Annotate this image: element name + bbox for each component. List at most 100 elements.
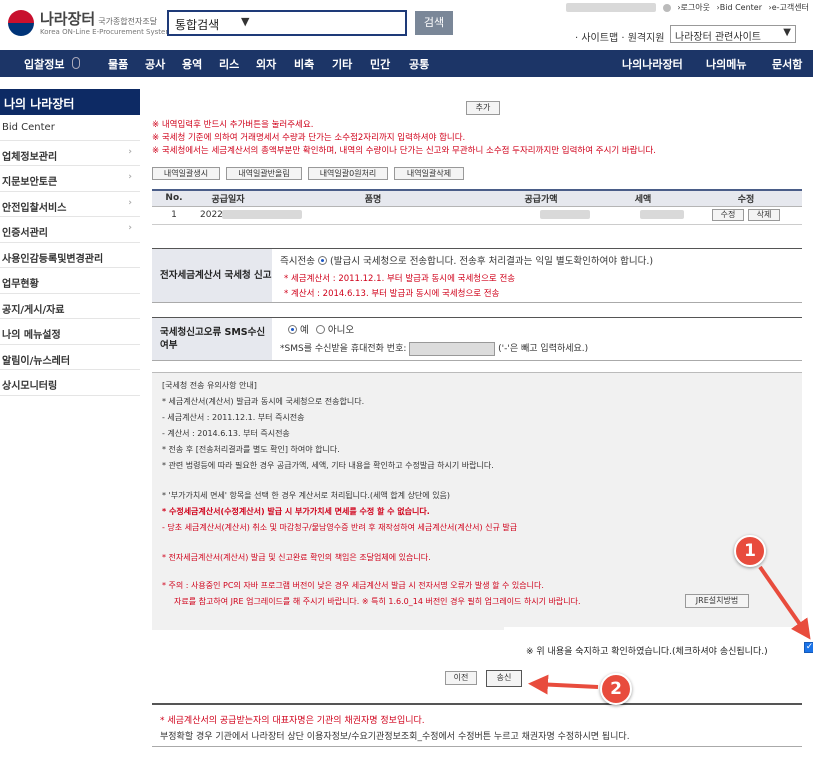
efile-radio[interactable] — [318, 256, 327, 265]
cell-item-name — [222, 206, 486, 225]
blurred-value — [640, 210, 684, 219]
nav-my-menu[interactable]: 나의메뉴 — [706, 56, 746, 72]
logo-sub: 국가종합전자조달 — [98, 17, 158, 26]
footer-notice: * 세금계산서의 공급받는자의 대표자명은 기관의 채권자명 정보입니다. 부정… — [152, 703, 802, 747]
delete-row-button[interactable]: 삭제 — [748, 209, 780, 221]
bulk-zero-button[interactable]: 내역일괄0원처리 — [308, 167, 388, 180]
sidebar-item-safe-bid[interactable]: 안전입찰서비스 › — [0, 192, 140, 217]
efile-option-label: 즉시전송 — [280, 256, 315, 267]
sms-section: 국세청신고오류 SMS수신여부 예 아니오 *SMS를 수신받을 휴대전화 번호… — [152, 317, 802, 361]
sms-phone-row: *SMS를 수신받을 휴대전화 번호: ('-'은 빼고 입력하세요.) — [280, 341, 588, 356]
input-notes: ※ 내역입력후 반드시 추가버튼을 눌러주세요. ※ 국세청 기준에 의하여 거… — [152, 119, 656, 158]
jre-install-button[interactable]: JRE설치방법 — [685, 594, 749, 608]
sidebar-item-monitoring[interactable]: 상시모니터링 — [0, 370, 140, 396]
agreement-checkbox[interactable]: ✓ — [804, 642, 813, 653]
sidebar-item-seal-registration[interactable]: 사용인감등록및변경관리 — [0, 243, 140, 268]
site-links[interactable]: · 사이트맵 · 원격지원 — [575, 29, 665, 44]
sidebar-item-label: 상시모니터링 — [2, 381, 58, 392]
sidebar-item-notices[interactable]: 공지/게시/자료 — [0, 294, 140, 319]
search-button[interactable]: 검색 — [415, 11, 453, 35]
info-line: * 전송 후 [전송처리결과를 별도 확인] 하여야 합니다. — [162, 445, 340, 454]
add-button[interactable]: 추가 — [466, 101, 500, 115]
note-line: ※ 국세청 기준에 의하여 거래명세서 수량과 단가는 소수점2자리까지 입력하… — [152, 133, 466, 143]
prev-button[interactable]: 이전 — [445, 671, 477, 685]
sms-no-radio[interactable] — [315, 325, 325, 334]
col-header: No. — [152, 189, 196, 207]
efile-option: 즉시전송 (발급시 국세청으로 전송합니다. 전송후 처리결과는 익일 별도확인… — [280, 253, 653, 267]
sidebar-item-fingerprint-token[interactable]: 지문보안토큰 › — [0, 166, 140, 192]
logo-english: Korea ON-Line E-Procurement System — [40, 28, 173, 36]
efile-section: 전자세금계산서 국세청 신고 즉시전송 (발급시 국세청으로 전송합니다. 전송… — [152, 248, 802, 303]
blurred-value — [540, 210, 590, 219]
main-nav: 입찰정보 물품 공사 용역 리스 외자 비축 기타 민간 공통 나의나라장터 나… — [0, 50, 813, 77]
notice-box: [국세청 전송 유의사항 안내] * 세금계산서(계산서) 발급과 동시에 국세… — [152, 372, 802, 630]
table-row: 1 2022/ 수정 삭제 — [152, 206, 802, 225]
sidebar-item-label: 인증서관리 — [2, 228, 48, 239]
table-header-row: No. 공급일자 품명 공급가액 세액 수정 — [152, 189, 802, 207]
bulk-create-button[interactable]: 내역일괄생시 — [152, 167, 220, 180]
nav-common[interactable]: 공통 — [409, 56, 429, 72]
related-sites-select[interactable]: 나라장터 관련사이트 ▼ — [670, 25, 796, 43]
cell-supply-amount — [486, 206, 596, 225]
site-logo[interactable]: 나라장터 국가종합전자조달 Korea ON-Line E-Procurement… — [8, 8, 172, 40]
sidebar-item-label: 지문보안토큰 — [2, 177, 58, 188]
col-header: 공급가액 — [486, 189, 596, 207]
nav-other[interactable]: 기타 — [332, 56, 352, 72]
sidebar-item-newsletter[interactable]: 알림이/뉴스레터 — [0, 345, 140, 370]
info-line: * '부가가치세 면세' 항목을 선택 한 경우 계산서로 처리됩니다.(세액 … — [162, 491, 451, 500]
nav-my-narajangteo[interactable]: 나의나라장터 — [622, 56, 683, 72]
info-line: * 주의 : 사용중인 PC의 자바 프로그램 버전이 낮은 경우 세금계산서 … — [162, 581, 544, 590]
step-badge-2: 2 — [600, 673, 632, 705]
edit-row-button[interactable]: 수정 — [712, 209, 744, 221]
top-header: 나라장터 국가종합전자조달 Korea ON-Line E-Procurement… — [0, 0, 813, 50]
nav-goods[interactable]: 물품 — [108, 56, 128, 72]
blurred-user-name — [566, 3, 657, 12]
step-badge-1: 1 — [734, 535, 766, 567]
info-line: * 수정세금계산서(수정계산서) 발급 시 부가가치세 면세를 수정 할 수 없… — [162, 507, 430, 516]
nav-lease[interactable]: 리스 — [219, 56, 239, 72]
customer-center-link[interactable]: ›e-고객센터 — [769, 3, 809, 12]
agreement-row: ※ 위 내용을 숙지하고 확인하였습니다.(체크하셔야 송신됩니다.) ✓ — [504, 627, 813, 661]
nav-private[interactable]: 민간 — [370, 56, 390, 72]
note-line: ※ 내역입력후 반드시 추가버튼을 눌러주세요. — [152, 120, 314, 130]
bulk-delete-button[interactable]: 내역일괄삭제 — [394, 167, 464, 180]
sms-label: 국세청신고오류 SMS수신여부 — [152, 318, 272, 360]
cell-no: 1 — [152, 206, 196, 225]
sidebar-item-label: 안전입찰서비스 — [2, 202, 67, 214]
sidebar-item-menu-settings[interactable]: 나의 메뉴설정 — [0, 319, 140, 345]
sms-yes-label: 예 — [300, 325, 309, 336]
sidebar-item-label: 나의 메뉴설정 — [2, 330, 61, 341]
sidebar: 나의 나라장터 Bid Center 업체정보관리 › 지문보안토큰 › 안전입찰서… — [0, 89, 140, 768]
arrow-2 — [528, 674, 599, 695]
info-line: * 세금계산서(계산서) 발급과 동시에 국세청으로 전송합니다. — [162, 397, 365, 406]
sms-radios: 예 아니오 — [288, 322, 354, 336]
send-button[interactable]: 송신 — [486, 670, 522, 687]
bid-center-link[interactable]: ›Bid Center — [717, 3, 762, 12]
footer-line: 부정확할 경우 기관에서 나라장터 상단 이용자정보/수요기관정보조회_수정에서… — [160, 732, 630, 742]
nav-foreign[interactable]: 외자 — [256, 56, 276, 72]
taegeuk-logo-icon — [8, 10, 34, 36]
sidebar-item-company-info[interactable]: 업체정보관리 › — [0, 141, 140, 166]
cell-tax — [596, 206, 690, 225]
sidebar-item-certificate[interactable]: 인증서관리 › — [0, 217, 140, 243]
nav-bid-info[interactable]: 입찰정보 — [24, 56, 64, 72]
bulk-round-button[interactable]: 내역일괄반올림 — [226, 167, 302, 180]
sms-yes-radio[interactable] — [288, 325, 297, 334]
col-header: 품명 — [260, 189, 486, 207]
nav-service[interactable]: 용역 — [182, 56, 202, 72]
sidebar-item-bid-center[interactable]: Bid Center — [0, 115, 140, 141]
chevron-right-icon: › — [128, 223, 132, 233]
logo-name: 나라장터 — [40, 10, 96, 28]
nav-documents[interactable]: 문서함 — [772, 56, 802, 72]
search-type-select[interactable]: 통합검색 ▼ — [167, 10, 407, 36]
sms-phone-input[interactable] — [409, 341, 496, 356]
nav-construction[interactable]: 공사 — [145, 56, 165, 72]
sidebar-item-work-status[interactable]: 업무현황 — [0, 268, 140, 294]
efile-line2: * 계산서 : 2014.6.13. 부터 발급과 동시에 국세청으로 전송 — [284, 289, 500, 299]
sidebar-item-label: 알림이/뉴스레터 — [2, 355, 71, 367]
sidebar-title: 나의 나라장터 — [0, 89, 140, 115]
nav-stockpile[interactable]: 비축 — [294, 56, 314, 72]
chevron-right-icon: › — [128, 146, 132, 157]
col-header: 수정 — [690, 189, 802, 207]
logout-link[interactable]: ›로그아웃 — [677, 3, 710, 12]
